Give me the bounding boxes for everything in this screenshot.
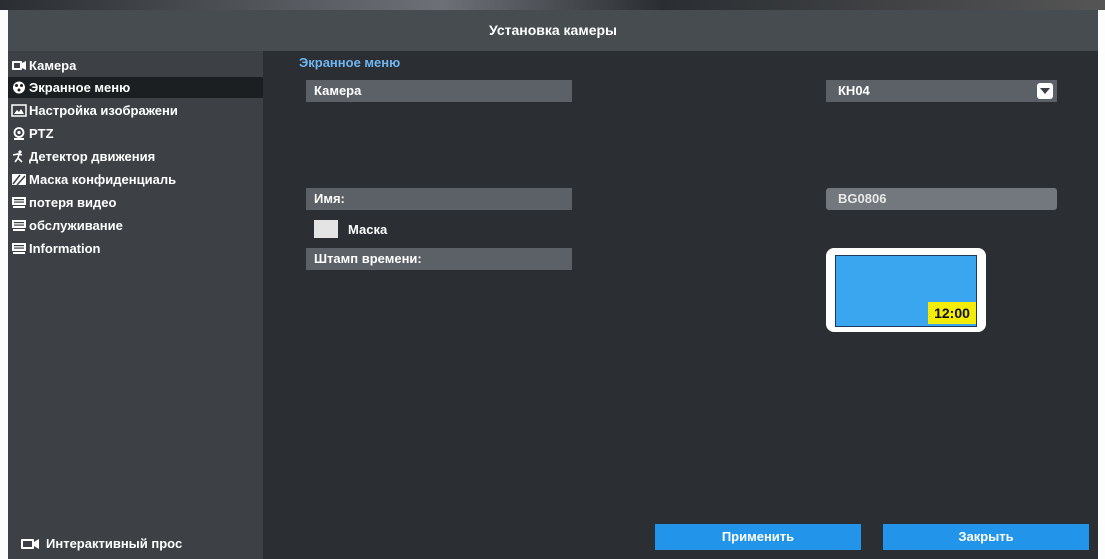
preview-screen: 12:00 <box>835 255 977 327</box>
close-button[interactable]: Закрыть <box>883 524 1089 550</box>
live-view-button[interactable]: Интерактивный прос <box>20 533 182 555</box>
sidebar-item-camera[interactable]: Камера <box>8 55 263 76</box>
camera-icon <box>20 536 40 550</box>
sidebar-item-information[interactable]: Information <box>8 238 263 259</box>
apply-button[interactable]: Применить <box>655 524 861 550</box>
timestamp-label: Штамп времени: <box>306 248 572 270</box>
sidebar-item-label: Маска конфиденциаль <box>29 172 177 187</box>
camera-label: Камера <box>306 80 572 102</box>
sidebar-item-osd[interactable]: Экранное меню <box>8 77 263 98</box>
mask-checkbox[interactable] <box>314 220 338 238</box>
camera-settings-window: Установка камеры Камера Экранное меню На… <box>8 10 1098 559</box>
camera-icon <box>11 59 27 72</box>
privacy-mask-icon <box>11 173 27 186</box>
name-input[interactable] <box>826 188 1057 210</box>
timestamp-position-handle[interactable]: 12:00 <box>928 302 976 324</box>
sidebar-item-label: Камера <box>29 58 77 73</box>
live-view-label: Интерактивный прос <box>46 536 183 551</box>
motion-icon <box>11 149 27 163</box>
section-title: Экранное меню <box>299 55 401 70</box>
timestamp-preview[interactable]: 12:00 <box>826 248 986 332</box>
image-icon <box>11 103 27 117</box>
sidebar-item-label: обслуживание <box>29 218 123 233</box>
sidebar-item-label: потеря видео <box>29 195 117 210</box>
sidebar-item-label: PTZ <box>29 126 54 141</box>
sidebar-item-label: Детектор движения <box>29 149 156 164</box>
sidebar-item-label: Настройка изображени <box>29 103 178 118</box>
chevron-down-icon[interactable] <box>1037 83 1053 99</box>
monitor-icon <box>11 242 27 255</box>
camera-select-value: КН04 <box>838 83 870 98</box>
sidebar-item-label: Information <box>29 241 101 256</box>
screen: Установка камеры Камера Экранное меню На… <box>0 0 1105 559</box>
background-strip <box>0 0 1105 10</box>
sidebar: Камера Экранное меню Настройка изображен… <box>8 51 263 559</box>
window-title: Установка камеры <box>8 10 1098 51</box>
sidebar-item-video-loss[interactable]: потеря видео <box>8 192 263 213</box>
name-label: Имя: <box>306 188 572 210</box>
mask-label: Маска <box>348 222 388 237</box>
osd-icon <box>11 81 27 94</box>
sidebar-item-privacy-mask[interactable]: Маска конфиденциаль <box>8 169 263 190</box>
sidebar-item-label: Экранное меню <box>29 80 131 95</box>
monitor-icon <box>11 196 27 209</box>
camera-select[interactable]: КН04 <box>826 80 1057 102</box>
sidebar-item-ptz[interactable]: PTZ <box>8 123 263 144</box>
sidebar-item-image-settings[interactable]: Настройка изображени <box>8 100 263 121</box>
monitor-icon <box>11 219 27 232</box>
sidebar-item-motion-detection[interactable]: Детектор движения <box>8 146 263 167</box>
ptz-icon <box>11 126 27 140</box>
sidebar-item-maintenance[interactable]: обслуживание <box>8 215 263 236</box>
